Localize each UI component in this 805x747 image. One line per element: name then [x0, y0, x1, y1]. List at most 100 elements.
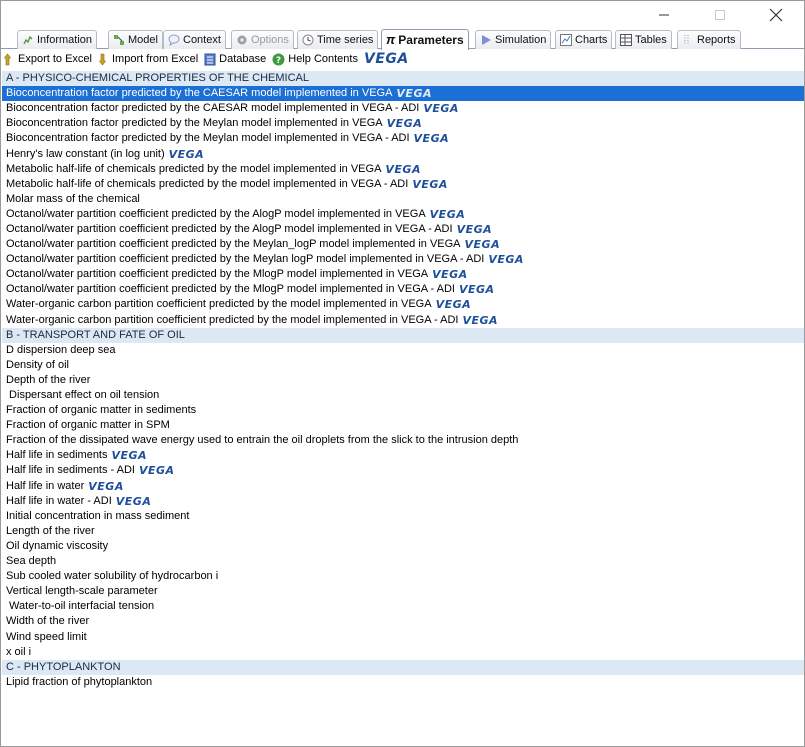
parameter-row[interactable]: Length of the river — [2, 524, 804, 539]
tab-reports[interactable]: Reports — [677, 30, 741, 49]
vega-badge-icon: VEGA — [412, 177, 448, 191]
parameter-row[interactable]: Metabolic half-life of chemicals predict… — [2, 177, 804, 192]
parameter-row[interactable]: Water-organic carbon partition coefficie… — [2, 313, 804, 328]
parameter-row[interactable]: Octanol/water partition coefficient pred… — [2, 252, 804, 267]
svg-text:?: ? — [276, 56, 281, 66]
vega-badge-icon: VEGA — [88, 479, 124, 493]
tab-simulation[interactable]: Simulation — [475, 30, 552, 49]
database-button[interactable]: Database — [204, 53, 266, 66]
parameter-row[interactable]: Octanol/water partition coefficient pred… — [2, 222, 804, 237]
database-label: Database — [219, 53, 267, 65]
section-title: A - PHYSICO-CHEMICAL PROPERTIES OF THE C… — [6, 72, 309, 85]
parameter-row[interactable]: Half life in sediments - ADI VEGA — [2, 463, 804, 478]
parameter-row[interactable]: Dispersant effect on oil tension — [2, 388, 804, 403]
report-icon — [684, 35, 689, 45]
parameter-row[interactable]: Fraction of organic matter in sediments — [2, 403, 804, 418]
parameter-label: Molar mass of the chemical — [6, 192, 140, 205]
close-icon — [769, 8, 783, 22]
vega-badge-icon: VEGA — [413, 132, 450, 146]
parameter-row[interactable]: Lipid fraction of phytoplankton — [2, 675, 804, 690]
export-to-excel-button[interactable]: Export to Excel — [4, 53, 92, 66]
parameter-row[interactable]: Octanol/water partition coefficient pred… — [2, 237, 804, 252]
parameter-row[interactable]: Vertical length-scale parameter — [2, 584, 804, 599]
vega-badge-icon: VEGA — [488, 253, 524, 267]
tab-time-series[interactable]: Time series — [297, 30, 379, 49]
parameter-row[interactable]: Octanol/water partition coefficient pred… — [2, 267, 804, 282]
parameter-row[interactable]: Half life in water - ADI VEGA — [2, 494, 804, 509]
tab-options[interactable]: Options — [231, 30, 294, 49]
section-title: B - TRANSPORT AND FATE OF OIL — [6, 328, 185, 341]
info-icon — [23, 35, 33, 45]
parameter-label: Octanol/water partition coefficient pred… — [6, 283, 455, 296]
maximize-button[interactable] — [697, 1, 743, 29]
parameter-row[interactable]: D dispersion deep sea — [2, 343, 804, 358]
parameter-label: Sea depth — [6, 555, 57, 568]
parameter-label: Oil dynamic viscosity — [6, 539, 109, 552]
tab-label: Context — [183, 34, 221, 46]
parameter-row[interactable]: Water-to-oil interfacial tension — [2, 599, 804, 614]
parameter-row[interactable]: Fraction of organic matter in SPM — [2, 418, 804, 433]
import-label: Import from Excel — [111, 53, 199, 65]
parameter-row[interactable]: Sea depth — [2, 554, 804, 569]
parameter-row[interactable]: Water-organic carbon partition coefficie… — [2, 297, 804, 312]
tab-information[interactable]: Information — [17, 30, 98, 49]
parameter-label: Water-organic carbon partition coefficie… — [6, 298, 432, 311]
parameter-label: Bioconcentration factor predicted by the… — [6, 132, 410, 145]
parameter-label: Water-organic carbon partition coefficie… — [6, 313, 459, 326]
tab-label: Options — [251, 34, 289, 46]
parameter-row[interactable]: Oil dynamic viscosity — [2, 539, 804, 554]
parameter-row[interactable]: Density of oil — [2, 358, 804, 373]
tab-tables[interactable]: Tables — [615, 30, 672, 49]
vega-badge-icon: VEGA — [462, 313, 499, 327]
vega-badge-icon: VEGA — [432, 268, 468, 282]
parameter-row[interactable]: Octanol/water partition coefficient pred… — [2, 207, 804, 222]
vega-badge-icon: VEGA — [168, 147, 205, 161]
parameter-row[interactable]: Sub cooled water solubility of hydrocarb… — [2, 569, 804, 584]
tab-model[interactable]: Model — [108, 30, 163, 49]
section-header[interactable]: B - TRANSPORT AND FATE OF OIL — [2, 327, 804, 343]
parameter-label: Octanol/water partition coefficient pred… — [6, 238, 461, 251]
clock-icon — [302, 34, 314, 46]
parameters-list: A - PHYSICO-CHEMICAL PROPERTIES OF THE C… — [2, 71, 804, 690]
parameter-label: Half life in water — [6, 479, 85, 492]
parameter-label: Metabolic half-life of chemicals predict… — [6, 162, 382, 175]
vega-badge-icon: VEGA — [459, 283, 495, 297]
parameter-row[interactable]: Bioconcentration factor predicted by the… — [2, 131, 804, 146]
parameter-row[interactable]: Bioconcentration factor predicted by the… — [2, 86, 804, 102]
tab-label: Simulation — [495, 34, 547, 46]
help-label: Help Contents — [288, 53, 358, 65]
tab-label: Charts — [575, 34, 608, 46]
pi-icon: π — [386, 32, 396, 47]
parameter-row[interactable]: Half life in sediments VEGA — [2, 448, 804, 463]
tab-charts[interactable]: Charts — [555, 30, 613, 49]
parameter-row[interactable]: Molar mass of the chemical — [2, 192, 804, 207]
section-header[interactable]: C - PHYTOPLANKTON — [2, 659, 804, 675]
minimize-button[interactable] — [641, 1, 687, 29]
minimize-icon — [659, 14, 669, 16]
vega-badge-icon: VEGA — [386, 117, 423, 131]
help-contents-button[interactable]: ? Help Contents — [272, 53, 358, 66]
model-icon — [114, 35, 124, 45]
export-label: Export to Excel — [18, 53, 92, 65]
parameter-row[interactable]: Bioconcentration factor predicted by the… — [2, 101, 804, 116]
tab-label: Information — [37, 34, 93, 46]
parameter-label: Fraction of the dissipated wave energy u… — [6, 434, 519, 447]
section-header[interactable]: A - PHYSICO-CHEMICAL PROPERTIES OF THE C… — [2, 71, 804, 87]
parameter-row[interactable]: Width of the river — [2, 614, 804, 629]
parameter-row[interactable]: Henry's law constant (in log unit) VEGA — [2, 146, 804, 161]
parameter-row[interactable]: Initial concentration in mass sediment — [2, 509, 804, 524]
parameter-row[interactable]: Metabolic half-life of chemicals predict… — [2, 162, 804, 177]
help-icon: ? — [272, 53, 285, 66]
tab-label: Parameters — [398, 33, 464, 47]
parameter-row[interactable]: Bioconcentration factor predicted by the… — [2, 116, 804, 131]
tab-parameters[interactable]: π Parameters — [381, 29, 469, 50]
parameter-row[interactable]: Octanol/water partition coefficient pred… — [2, 282, 804, 297]
parameter-row[interactable]: Fraction of the dissipated wave energy u… — [2, 433, 804, 448]
parameter-row[interactable]: Half life in water VEGA — [2, 479, 804, 494]
parameter-row[interactable]: Wind speed limit — [2, 629, 804, 644]
close-button[interactable] — [753, 1, 799, 29]
parameter-row[interactable]: x oil i — [2, 645, 804, 660]
parameter-row[interactable]: Depth of the river — [2, 373, 804, 388]
import-from-excel-button[interactable]: Import from Excel — [98, 53, 198, 66]
tab-context[interactable]: Context — [163, 30, 226, 49]
